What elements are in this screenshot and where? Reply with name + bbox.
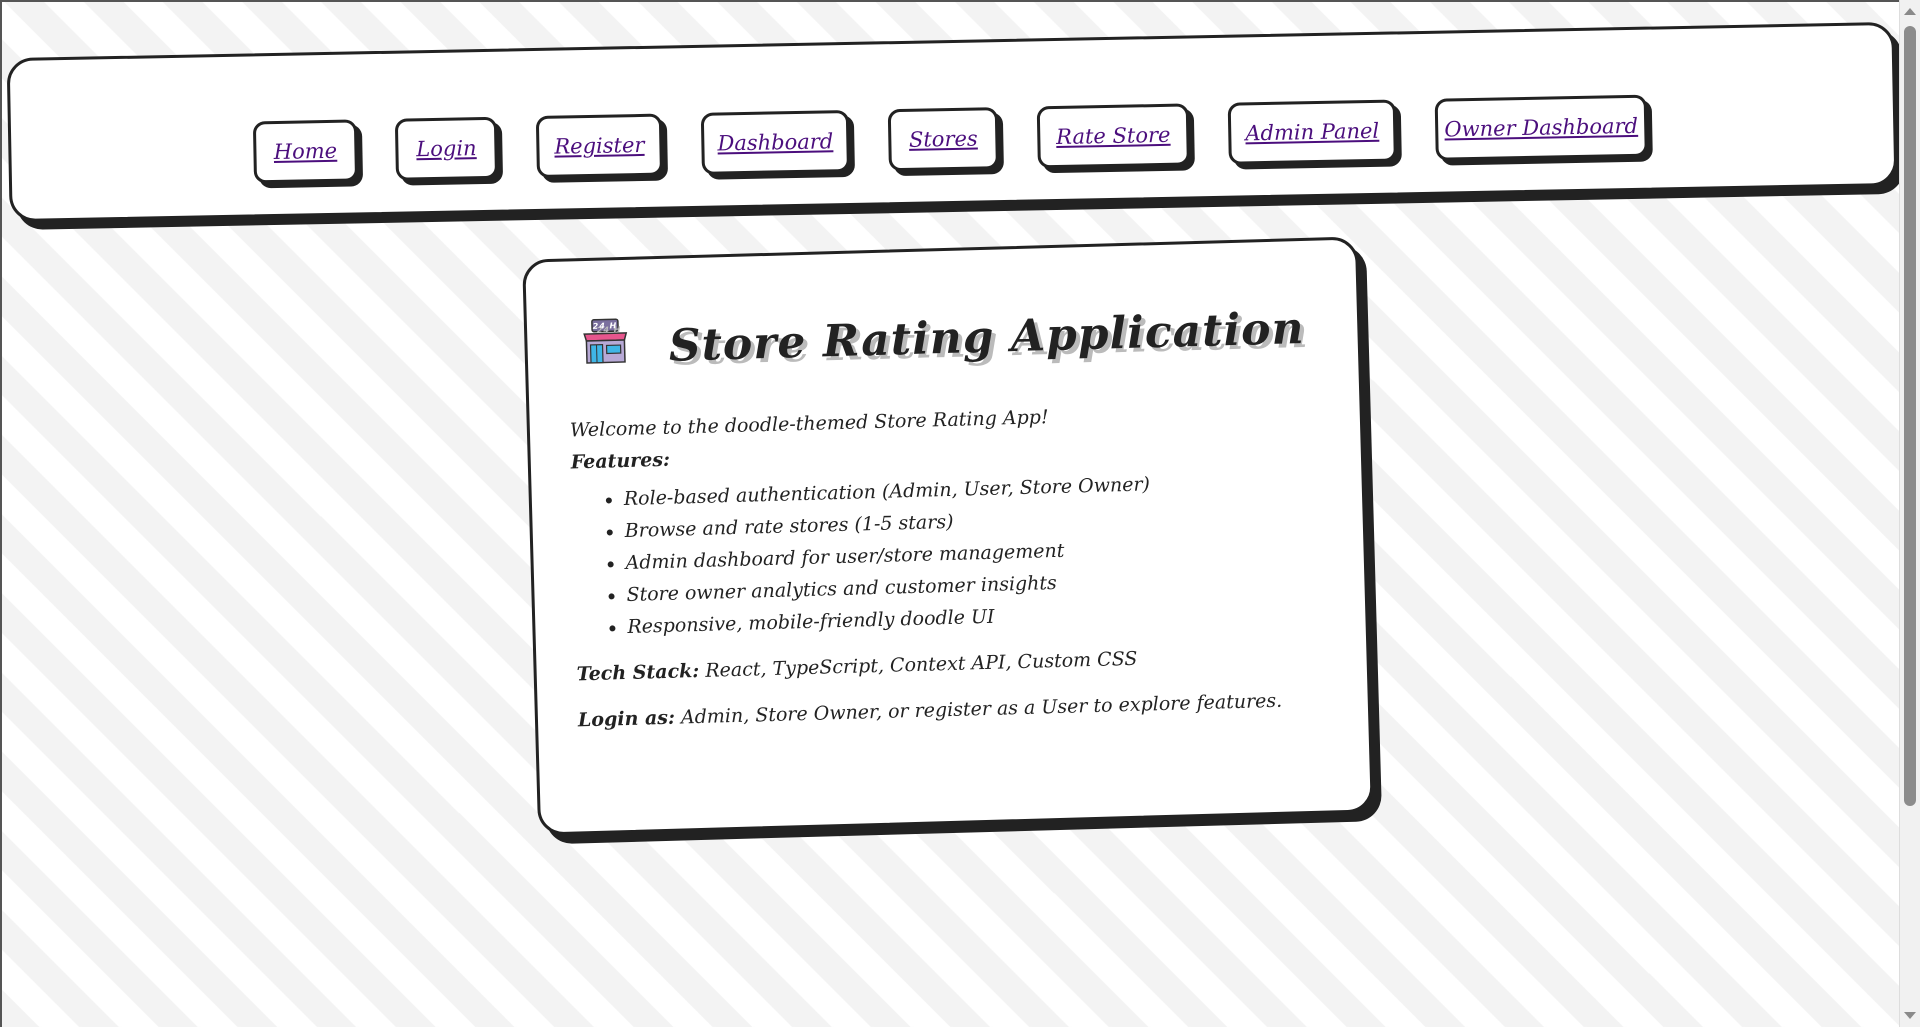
nav-links: Home Login Register Dashboard Stores Rat… [10,25,1895,219]
nav-link-stores[interactable]: Stores [887,107,999,172]
feature-list: Role-based authentication (Admin, User, … [571,466,1335,641]
nav-link-admin-panel[interactable]: Admin Panel [1227,99,1397,165]
nav-link-rate-store[interactable]: Rate Store [1036,103,1190,169]
scroll-down-arrow-icon[interactable] [1904,1012,1916,1019]
nav-link-login[interactable]: Login [394,116,499,181]
nav-link-register[interactable]: Register [535,113,663,178]
login-as-line: Login as: Admin, Store Owner, or registe… [577,688,1338,732]
scroll-thumb[interactable] [1904,26,1916,806]
nav-link-owner-dashboard[interactable]: Owner Dashboard [1434,94,1648,161]
nav-link-dashboard[interactable]: Dashboard [700,109,850,175]
main-card: 24 H Store Rating Application Welcome to… [522,236,1374,836]
tech-stack-label: Tech Stack: [576,660,700,686]
tech-stack-line: Tech Stack: React, TypeScript, Context A… [576,642,1336,686]
login-as-value: Admin, Store Owner, or register as a Use… [680,689,1283,729]
navbar: Home Login Register Dashboard Stores Rat… [6,21,1898,223]
page-title: Store Rating Application [668,302,1306,372]
card-body: Welcome to the doodle-themed Store Ratin… [570,398,1339,755]
icon-badge-text: 24 H [592,321,617,331]
tech-stack-value: React, TypeScript, Context API, Custom C… [705,647,1138,682]
vertical-scrollbar[interactable] [1899,0,1920,1027]
login-as-label: Login as: [577,706,676,732]
nav-link-home[interactable]: Home [252,119,359,184]
page-title-row: 24 H Store Rating Application [527,301,1358,381]
store-24h-icon: 24 H [580,318,632,376]
scroll-up-arrow-icon[interactable] [1904,8,1916,15]
